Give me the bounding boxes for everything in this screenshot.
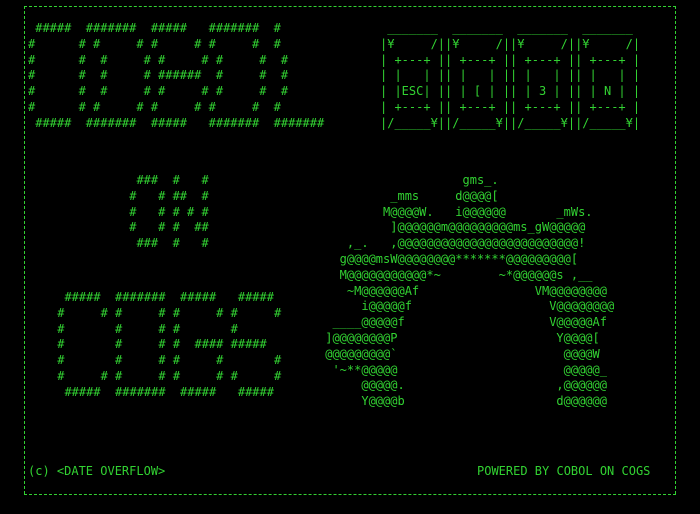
frame-bottom-border (24, 494, 676, 495)
keyboard-keys-art: _______ _______ _______ _______ |¥ /||¥ … (380, 21, 641, 130)
terminal-screen: ##### ####### ##### ####### # # # # # # … (0, 0, 700, 514)
copyright-text: (c) <DATE OVERFLOW> (28, 464, 166, 478)
cobol-title-art: ##### ####### ##### ####### # # # # # # … (28, 21, 325, 130)
cogs-word-art: ##### ####### ##### ##### # # # # # # # … (57, 290, 282, 399)
powered-by-text: POWERED BY COBOL ON COGS (477, 464, 651, 478)
frame-right-border (675, 6, 676, 494)
on-word-art: ### # # # # ## # # # # # # # # # ## ### … (129, 173, 209, 251)
frame-left-border (24, 6, 25, 494)
cog-arch-art: gms_. _mms d@@@@[ M@@@@W. i@@@@@@ _mWs. … (325, 173, 615, 409)
frame-top-border (24, 6, 676, 11)
